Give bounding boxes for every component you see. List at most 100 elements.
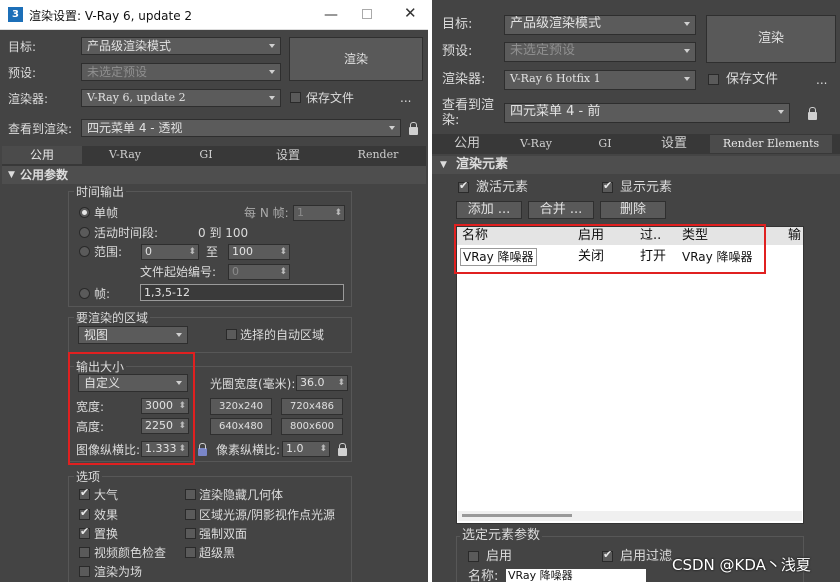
right-renderer-label: 渲染器:	[442, 72, 486, 87]
right-save-file-checkbox[interactable]	[708, 74, 719, 85]
effects-label: 效果	[94, 508, 119, 522]
single-frame-radio[interactable]	[79, 207, 90, 218]
area-lights-checkbox[interactable]	[185, 509, 196, 520]
tab-common[interactable]: 公用	[2, 146, 82, 164]
pixel-aspect-spinner[interactable]: 1.0	[282, 441, 330, 457]
right-target-select[interactable]: 产品级渲染模式	[504, 15, 696, 35]
table-scrollbar-thumb[interactable]	[462, 514, 572, 517]
element-name-input[interactable]: VRay 降噪器	[506, 569, 646, 582]
renderer-select[interactable]: V-Ray 6, update 2	[81, 89, 281, 107]
atmosphere-label: 大气	[94, 488, 119, 502]
preset-640x480-button[interactable]: 640x480	[210, 418, 272, 435]
time-output-title: 时间输出	[74, 184, 127, 200]
render-to-fields-checkbox[interactable]	[79, 566, 90, 577]
right-more-button[interactable]: ...	[816, 72, 827, 88]
activate-elements-checkbox[interactable]	[458, 179, 469, 193]
range-radio[interactable]	[79, 246, 90, 257]
right-lock-icon[interactable]	[808, 107, 817, 120]
save-file-checkbox[interactable]	[290, 92, 301, 103]
area-title: 要渲染的区域	[74, 310, 151, 326]
area-select[interactable]: 视图	[78, 326, 188, 344]
render-hidden-checkbox[interactable]	[185, 489, 196, 500]
title-bar: 3 渲染设置: V-Ray 6, update 2 — ✕	[0, 0, 428, 30]
video-color-check-checkbox[interactable]	[79, 547, 90, 558]
enable-checkbox[interactable]	[468, 551, 479, 562]
lock-icon[interactable]	[409, 122, 418, 135]
target-select[interactable]: 产品级渲染模式	[81, 37, 281, 55]
range-from-spinner[interactable]: 0	[141, 244, 199, 260]
view-label: 查看到渲染:	[8, 122, 73, 136]
window-title: 渲染设置: V-Ray 6, update 2	[29, 9, 193, 23]
super-black-checkbox[interactable]	[185, 547, 196, 558]
app-icon: 3	[8, 7, 23, 22]
minimize-icon[interactable]: —	[324, 7, 338, 23]
right-tab-settings[interactable]: 设置	[642, 135, 706, 153]
displacement-checkbox[interactable]	[79, 525, 90, 539]
close-icon[interactable]: ✕	[404, 4, 417, 22]
rollout-collapse-icon[interactable]: ▼	[8, 167, 15, 183]
tab-settings[interactable]: 设置	[248, 146, 328, 164]
right-preset-select[interactable]: 未选定预设	[504, 42, 696, 62]
aperture-label: 光圈宽度(毫米):	[210, 377, 296, 391]
right-tab-gi[interactable]: GI	[574, 135, 636, 153]
super-black-label: 超级黑	[199, 546, 236, 560]
force-two-sided-label: 强制双面	[199, 527, 248, 541]
add-element-button[interactable]: 添加 ...	[456, 201, 522, 219]
delete-element-button[interactable]: 删除	[600, 201, 666, 219]
frames-input[interactable]: 1,3,5-12	[140, 284, 344, 301]
auto-region-checkbox[interactable]	[226, 329, 237, 340]
show-elements-checkbox[interactable]	[602, 179, 613, 193]
active-segment-radio[interactable]	[79, 227, 90, 238]
selected-params-title: 选定元素参数	[460, 528, 543, 544]
view-select[interactable]: 四元菜单 4 - 透视	[81, 119, 401, 137]
options-title: 选项	[74, 469, 103, 485]
effects-checkbox[interactable]	[79, 506, 90, 520]
merge-element-button[interactable]: 合并 ...	[528, 201, 594, 219]
right-tab-common[interactable]: 公用	[436, 135, 498, 153]
rollout-title: 公用参数	[20, 168, 69, 182]
right-tab-render-elements[interactable]: Render Elements	[710, 135, 832, 153]
element-name-label: 名称:	[468, 569, 499, 582]
right-view-label-2: 染:	[442, 113, 460, 128]
range-label: 范围:	[94, 245, 123, 259]
area-lights-label: 区域光源/阴影视作点光源	[199, 508, 336, 522]
right-save-file-label: 保存文件	[726, 72, 779, 87]
enable-filter-checkbox[interactable]	[602, 548, 613, 562]
tab-gi[interactable]: GI	[166, 146, 246, 164]
maximize-icon[interactable]	[362, 9, 372, 19]
right-preset-label: 预设:	[442, 44, 473, 59]
file-start-spinner[interactable]: 0	[228, 264, 290, 280]
pixel-aspect-lock-icon[interactable]	[338, 443, 347, 456]
preset-800x600-button[interactable]: 800x600	[281, 418, 343, 435]
preset-label: 预设:	[8, 66, 37, 80]
col-header-output[interactable]: 输	[788, 228, 801, 244]
render-hidden-label: 渲染隐藏几何体	[199, 488, 284, 502]
aperture-spinner[interactable]: 36.0	[296, 375, 348, 391]
preset-select[interactable]: 未选定预设	[81, 63, 281, 81]
frames-radio[interactable]	[79, 288, 90, 299]
auto-region-label: 选择的自动区域	[240, 328, 325, 342]
preset-720x486-button[interactable]: 720x486	[281, 398, 343, 415]
single-frame-label: 单帧	[94, 206, 119, 220]
enable-filter-label: 启用过滤	[620, 549, 673, 564]
show-elements-label: 显示元素	[620, 180, 673, 195]
right-render-button[interactable]: 渲染	[706, 15, 836, 63]
frames-label: 帧:	[94, 287, 111, 301]
force-two-sided-checkbox[interactable]	[185, 528, 196, 539]
right-view-select[interactable]: 四元菜单 4 - 前	[504, 103, 790, 123]
more-button[interactable]: ...	[400, 90, 411, 106]
right-renderer-select[interactable]: V-Ray 6 Hotfix 1	[504, 70, 696, 90]
highlight-box-output-size	[68, 352, 195, 465]
right-window: 目标: 产品级渲染模式 预设: 未选定预设 渲染 渲染器: V-Ray 6 Ho…	[432, 0, 840, 582]
aspect-lock-icon[interactable]	[198, 443, 207, 456]
every-n-spinner[interactable]: 1	[293, 205, 345, 221]
preset-320x240-button[interactable]: 320x240	[210, 398, 272, 415]
tab-vray[interactable]: V-Ray	[85, 146, 165, 164]
watermark: CSDN @KDA丶浅夏	[672, 556, 811, 574]
render-button[interactable]: 渲染	[289, 37, 423, 81]
atmosphere-checkbox[interactable]	[79, 486, 90, 500]
right-tab-vray[interactable]: V-Ray	[504, 135, 568, 153]
range-to-spinner[interactable]: 100	[228, 244, 290, 260]
every-n-label: 每 N 帧:	[244, 206, 289, 220]
right-rollout-collapse-icon[interactable]: ▼	[440, 157, 447, 173]
